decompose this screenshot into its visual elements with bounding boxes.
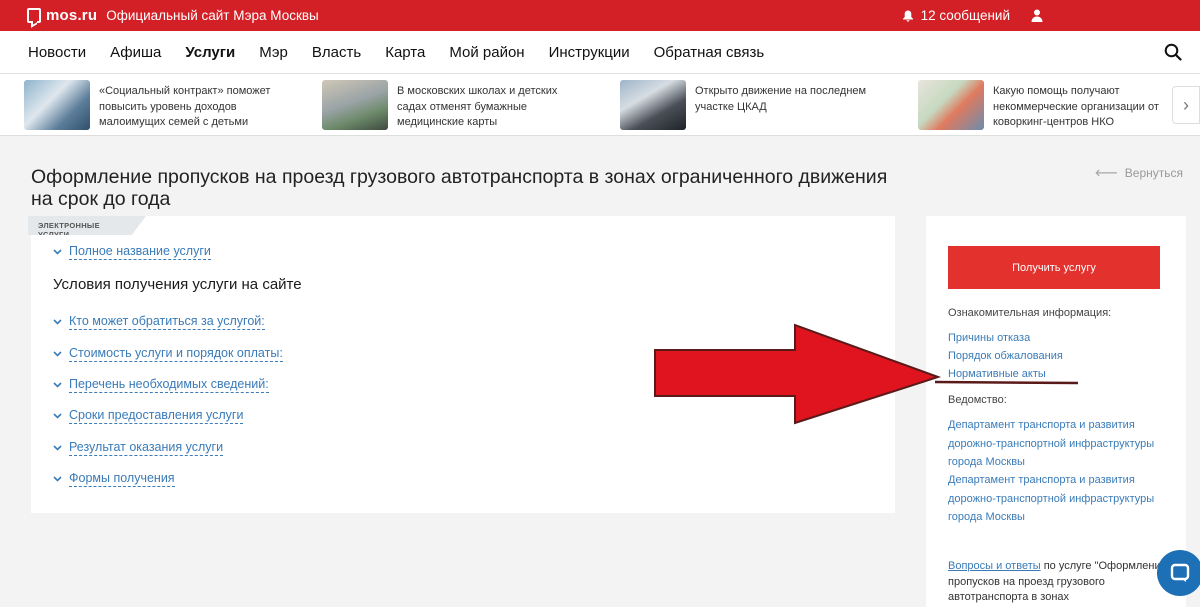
accordion-item[interactable]: Результат оказания услуги	[53, 440, 224, 456]
nav-item-my-district[interactable]: Мой район	[449, 44, 524, 61]
chevron-down-icon	[53, 445, 62, 451]
news-strip: «Социальный контракт» поможет повысить у…	[0, 74, 1200, 136]
accordion-label: Результат оказания услуги	[69, 440, 224, 456]
nav-item-afisha[interactable]: Афиша	[110, 44, 161, 61]
news-item[interactable]: «Социальный контракт» поможет повысить у…	[24, 80, 289, 131]
accordion-label: Формы получения	[69, 471, 175, 487]
news-headline: «Социальный контракт» поможет повысить у…	[99, 85, 271, 128]
news-item[interactable]: Открыто движение на последнем участке ЦК…	[620, 80, 885, 130]
accordion-label: Сроки предоставления услуги	[69, 408, 244, 424]
news-thumbnail	[620, 80, 686, 130]
chevron-down-icon	[53, 249, 62, 255]
accordion-label: Стоимость услуги и порядок оплаты:	[69, 346, 283, 362]
chevron-down-icon	[53, 319, 62, 325]
nav-item-services[interactable]: Услуги	[185, 44, 235, 61]
link-refusal-reasons[interactable]: Причины отказа	[948, 329, 1168, 348]
nav-item-feedback[interactable]: Обратная связь	[654, 44, 765, 61]
chevron-down-icon	[53, 351, 62, 357]
accordion-label: Перечень необходимых сведений:	[69, 377, 269, 393]
chevron-down-icon	[53, 382, 62, 388]
chat-button[interactable]	[1157, 550, 1200, 596]
news-headline: Открыто движение на последнем участке ЦК…	[695, 85, 867, 113]
user-icon[interactable]	[1031, 9, 1043, 22]
news-thumbnail	[24, 80, 90, 130]
faq-link[interactable]: Вопросы и ответы	[948, 560, 1041, 572]
department-link[interactable]: Департамент транспорта и развития дорожн…	[948, 471, 1168, 527]
news-item[interactable]: В московских школах и детских садах отме…	[322, 80, 587, 131]
site-title: Официальный сайт Мэра Москвы	[106, 8, 319, 23]
section-title: Условия получения услуги на сайте	[53, 276, 302, 293]
chevron-right-icon: ›	[1183, 94, 1189, 115]
service-category-tag: ЭЛЕКТРОННЫЕ УСЛУГИ	[28, 216, 146, 235]
arrow-left-icon: ⟵	[1094, 165, 1118, 182]
news-headline: Какую помощь получают некоммерческие орг…	[993, 85, 1159, 128]
page-title: Оформление пропусков на проезд грузового…	[31, 166, 888, 210]
nav-item-map[interactable]: Карта	[385, 44, 425, 61]
nav-item-government[interactable]: Власть	[312, 44, 361, 61]
top-bar: mos.ru Официальный сайт Мэра Москвы 12 с…	[0, 0, 1200, 31]
link-regulations[interactable]: Нормативные акты	[948, 365, 1168, 384]
department-label: Ведомство:	[948, 394, 1007, 406]
news-next-button[interactable]: ›	[1172, 86, 1200, 124]
accordion-item[interactable]: Формы получения	[53, 471, 175, 487]
back-label: Вернуться	[1124, 166, 1183, 180]
chevron-down-icon	[53, 476, 62, 482]
search-icon[interactable]	[1164, 43, 1182, 61]
chevron-down-icon	[53, 413, 62, 419]
main-nav: Новости Афиша Услуги Мэр Власть Карта Мо…	[0, 31, 1200, 74]
site-logo[interactable]: mos.ru	[27, 7, 97, 24]
accordion-label: Полное название услуги	[69, 244, 211, 260]
news-item[interactable]: Какую помощь получают некоммерческие орг…	[918, 80, 1183, 131]
messages-count: 12 сообщений	[920, 8, 1010, 23]
messages-link[interactable]: 12 сообщений	[902, 8, 1010, 23]
accordion-label: Кто может обратиться за услугой:	[69, 314, 265, 330]
get-service-button[interactable]: Получить услугу	[948, 246, 1160, 289]
news-thumbnail	[322, 80, 388, 130]
nav-item-news[interactable]: Новости	[28, 44, 86, 61]
bell-icon	[902, 10, 913, 22]
accordion-item[interactable]: Кто может обратиться за услугой:	[53, 314, 265, 330]
chat-icon	[1170, 563, 1190, 582]
nav-item-mayor[interactable]: Мэр	[259, 44, 288, 61]
logo-icon	[27, 8, 41, 23]
department-link[interactable]: Департамент транспорта и развития дорожн…	[948, 416, 1168, 472]
service-sidebar: Получить услугу Ознакомительная информац…	[926, 216, 1186, 607]
news-headline: В московских школах и детских садах отме…	[397, 85, 558, 128]
link-appeal-procedure[interactable]: Порядок обжалования	[948, 347, 1168, 366]
nav-item-instructions[interactable]: Инструкции	[549, 44, 630, 61]
logo-text: mos.ru	[46, 7, 98, 24]
faq-block: Вопросы и ответы по услуге "Оформление п…	[948, 559, 1168, 606]
info-label: Ознакомительная информация:	[948, 307, 1112, 319]
accordion-item[interactable]: Сроки предоставления услуги	[53, 408, 244, 424]
service-card: ЭЛЕКТРОННЫЕ УСЛУГИ Полное название услуг…	[28, 216, 895, 513]
accordion-item[interactable]: Перечень необходимых сведений:	[53, 377, 269, 393]
back-link[interactable]: ⟵ Вернуться	[1095, 163, 1183, 183]
accordion-item[interactable]: Стоимость услуги и порядок оплаты:	[53, 346, 283, 362]
news-thumbnail	[918, 80, 984, 130]
accordion-full-name[interactable]: Полное название услуги	[53, 244, 211, 260]
